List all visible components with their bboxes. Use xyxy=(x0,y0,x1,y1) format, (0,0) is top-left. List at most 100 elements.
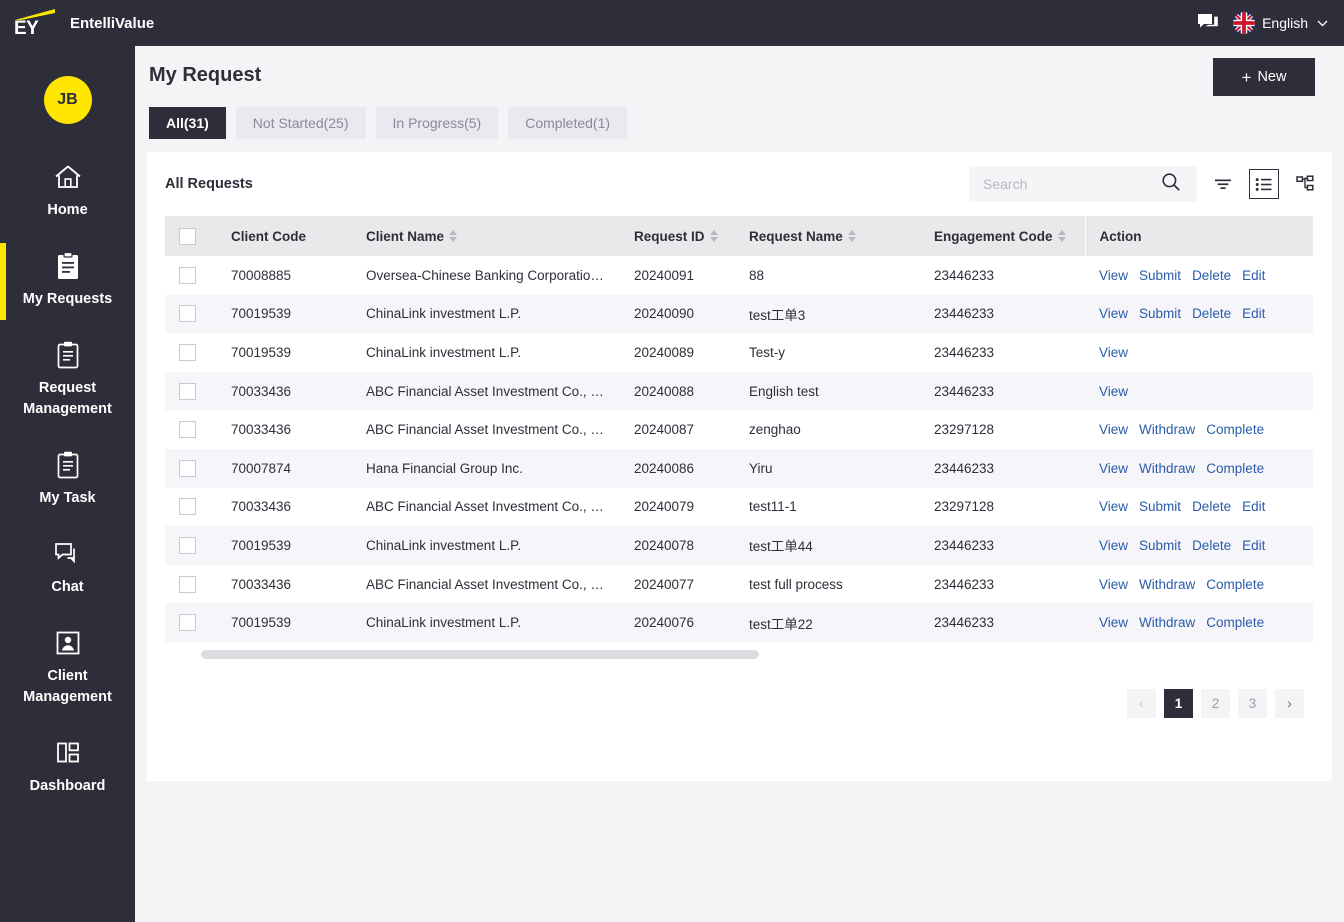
action-complete-link[interactable]: Complete xyxy=(1206,615,1264,630)
language-selector[interactable]: English xyxy=(1233,12,1328,34)
action-view-link[interactable]: View xyxy=(1099,268,1128,283)
action-edit-link[interactable]: Edit xyxy=(1242,306,1265,321)
action-withdraw-link[interactable]: Withdraw xyxy=(1139,615,1195,630)
action-submit-link[interactable]: Submit xyxy=(1139,538,1181,553)
sidebar-item-my-requests[interactable]: My Requests xyxy=(0,237,135,326)
cell-request-id: 20240086 xyxy=(620,448,735,488)
action-view-link[interactable]: View xyxy=(1099,499,1128,514)
action-view-link[interactable]: View xyxy=(1099,384,1128,399)
cell-engagement-code: 23446233 xyxy=(920,371,1085,411)
row-checkbox[interactable] xyxy=(179,305,196,323)
sort-icon[interactable] xyxy=(709,230,718,242)
row-checkbox[interactable] xyxy=(179,421,196,439)
sidebar-item-my-task[interactable]: My Task xyxy=(0,436,135,525)
tab-not-started[interactable]: Not Started(25) xyxy=(235,107,366,139)
horizontal-scrollbar-thumb[interactable] xyxy=(201,649,759,659)
col-client-name[interactable]: Client Name xyxy=(352,216,620,256)
row-checkbox[interactable] xyxy=(179,575,196,593)
chat-bubbles-icon xyxy=(53,539,83,569)
action-edit-link[interactable]: Edit xyxy=(1242,499,1265,514)
cell-request-name: test工单22 xyxy=(735,603,920,642)
col-label: Client Name xyxy=(366,228,445,244)
tab-in-progress[interactable]: In Progress(5) xyxy=(375,107,499,139)
action-view-link[interactable]: View xyxy=(1099,306,1128,321)
action-complete-link[interactable]: Complete xyxy=(1206,577,1264,592)
action-view-link[interactable]: View xyxy=(1099,577,1128,592)
sidebar-item-chat[interactable]: Chat xyxy=(0,525,135,614)
action-delete-link[interactable]: Delete xyxy=(1192,306,1231,321)
sort-icon[interactable] xyxy=(449,230,458,242)
cell-request-name: test工单44 xyxy=(735,526,920,565)
row-select-cell xyxy=(165,256,217,295)
cell-request-name: English test xyxy=(735,371,920,411)
action-complete-link[interactable]: Complete xyxy=(1206,461,1264,476)
col-label: Engagement Code xyxy=(934,228,1053,244)
sidebar-item-home[interactable]: Home xyxy=(0,148,135,237)
row-checkbox[interactable] xyxy=(179,459,196,477)
row-checkbox[interactable] xyxy=(179,498,196,516)
action-submit-link[interactable]: Submit xyxy=(1139,268,1181,283)
action-delete-link[interactable]: Delete xyxy=(1192,538,1231,553)
new-button-label: New xyxy=(1257,69,1287,85)
cell-client-name: Hana Financial Group Inc. xyxy=(352,448,620,488)
row-checkbox[interactable] xyxy=(179,266,196,284)
table-head: Client Code Client Name Request ID Reque… xyxy=(165,216,1313,256)
cell-engagement-code: 23446233 xyxy=(920,603,1085,642)
filter-icon[interactable] xyxy=(1208,169,1238,199)
row-checkbox[interactable] xyxy=(179,536,196,554)
chat-icon[interactable] xyxy=(1197,13,1219,33)
list-view-icon[interactable] xyxy=(1249,169,1279,199)
sidebar-item-label: Dashboard xyxy=(29,778,106,795)
tab-all[interactable]: All(31) xyxy=(149,107,226,139)
action-submit-link[interactable]: Submit xyxy=(1139,306,1181,321)
cell-client-name: ChinaLink investment L.P. xyxy=(352,333,620,372)
search-input[interactable] xyxy=(983,168,1161,200)
tab-completed[interactable]: Completed(1) xyxy=(508,107,628,139)
pagination-next[interactable]: › xyxy=(1275,688,1304,718)
pagination-page-2[interactable]: 2 xyxy=(1201,688,1230,718)
action-view-link[interactable]: View xyxy=(1099,615,1128,630)
sort-icon[interactable] xyxy=(1057,230,1066,242)
action-withdraw-link[interactable]: Withdraw xyxy=(1139,577,1195,592)
table-container: Client Code Client Name Request ID Reque… xyxy=(147,216,1332,659)
sort-icon[interactable] xyxy=(847,230,856,242)
new-button[interactable]: + New xyxy=(1213,58,1315,96)
row-checkbox[interactable] xyxy=(179,382,196,400)
row-checkbox[interactable] xyxy=(179,343,196,361)
action-delete-link[interactable]: Delete xyxy=(1192,499,1231,514)
col-request-id[interactable]: Request ID xyxy=(620,216,735,256)
tree-view-icon[interactable] xyxy=(1290,169,1320,199)
col-engagement-code[interactable]: Engagement Code xyxy=(920,216,1085,256)
col-client-code[interactable]: Client Code xyxy=(217,216,352,256)
row-checkbox[interactable] xyxy=(179,614,196,632)
col-request-name[interactable]: Request Name xyxy=(735,216,920,256)
action-complete-link[interactable]: Complete xyxy=(1206,422,1264,437)
search-icon[interactable] xyxy=(1161,172,1181,197)
action-delete-link[interactable]: Delete xyxy=(1192,268,1231,283)
top-bar-right: English xyxy=(1197,12,1344,34)
action-withdraw-link[interactable]: Withdraw xyxy=(1139,461,1195,476)
sidebar-item-request-management[interactable]: Request Management xyxy=(0,326,135,436)
action-view-link[interactable]: View xyxy=(1099,345,1128,360)
pagination-prev[interactable]: ‹ xyxy=(1127,688,1156,718)
action-view-link[interactable]: View xyxy=(1099,422,1128,437)
cell-client-name: ChinaLink investment L.P. xyxy=(352,526,620,565)
pagination-page-1[interactable]: 1 xyxy=(1164,688,1193,718)
action-view-link[interactable]: View xyxy=(1099,461,1128,476)
sidebar-item-client-management[interactable]: Client Management xyxy=(0,614,135,724)
action-view-link[interactable]: View xyxy=(1099,538,1128,553)
avatar[interactable]: JB xyxy=(43,76,92,124)
select-all-checkbox[interactable] xyxy=(179,227,196,245)
sidebar-item-dashboard[interactable]: Dashboard xyxy=(0,724,135,813)
search-box xyxy=(969,166,1197,202)
cell-request-id: 20240078 xyxy=(620,526,735,565)
action-submit-link[interactable]: Submit xyxy=(1139,499,1181,514)
action-edit-link[interactable]: Edit xyxy=(1242,538,1265,553)
action-edit-link[interactable]: Edit xyxy=(1242,268,1265,283)
sidebar-item-label: Client Management xyxy=(23,668,112,706)
cell-request-id: 20240076 xyxy=(620,603,735,642)
table-row: 70007874 Hana Financial Group Inc. 2024008… xyxy=(165,448,1313,488)
requests-table: Client Code Client Name Request ID Reque… xyxy=(165,216,1313,642)
action-withdraw-link[interactable]: Withdraw xyxy=(1139,422,1195,437)
pagination-page-3[interactable]: 3 xyxy=(1238,688,1267,718)
